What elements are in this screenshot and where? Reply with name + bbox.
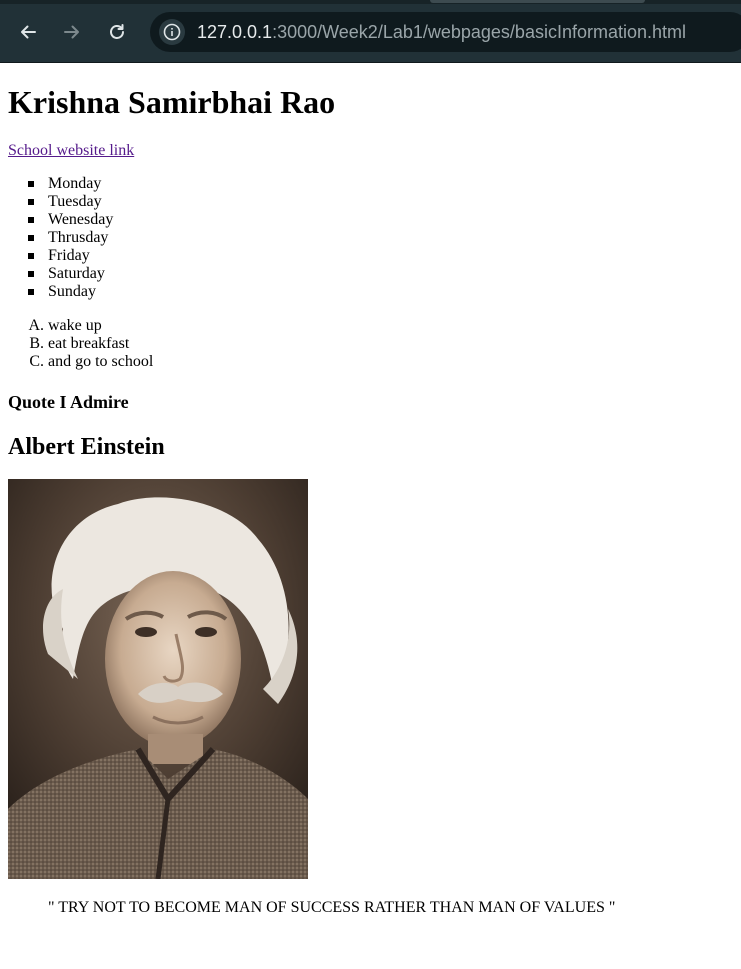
list-item: Tuesday (28, 193, 113, 211)
list-item: Wenesday (28, 211, 113, 229)
bullet-icon (28, 271, 34, 277)
school-website-link[interactable]: School website link (8, 142, 134, 160)
url-path: :3000/Week2/Lab1/webpages/basicInformati… (272, 22, 686, 42)
bullet-icon (28, 235, 34, 241)
routine-list: A. wake up B. eat breakfast C. and go to sc… (8, 317, 153, 371)
forward-button[interactable] (58, 18, 86, 46)
quote-heading: Quote I Admire (8, 392, 129, 412)
list-item: Sunday (28, 283, 113, 301)
list-item: Friday (28, 247, 113, 265)
bullet-icon (28, 181, 34, 187)
list-item: B. eat breakfast (29, 335, 130, 352)
list-item: A. wake up (28, 317, 102, 334)
list-item: Thrusday (28, 229, 113, 247)
back-button[interactable] (14, 18, 42, 46)
page-title: Krishna Samirbhai Rao (8, 84, 336, 120)
reload-icon (107, 22, 127, 42)
site-info-icon[interactable] (159, 19, 185, 45)
url-text[interactable]: 127.0.0.1:3000/Week2/Lab1/webpages/basic… (197, 22, 686, 42)
bullet-icon (28, 199, 34, 205)
list-marker: B. (29, 335, 44, 352)
bullet-icon (28, 253, 34, 259)
quote-text: " TRY NOT TO BECOME MAN OF SUCCESS RATHE… (48, 899, 616, 916)
list-item: C. and go to school (29, 353, 154, 370)
bullet-icon (28, 289, 34, 295)
list-marker: C. (29, 353, 44, 370)
reload-button[interactable] (103, 18, 131, 46)
list-item: Monday (28, 175, 113, 193)
forward-arrow-icon (62, 22, 82, 42)
browser-toolbar: 127.0.0.1:3000/Week2/Lab1/webpages/basic… (0, 0, 741, 63)
einstein-portrait (8, 479, 308, 879)
bullet-icon (28, 217, 34, 223)
list-marker: A. (28, 317, 44, 334)
person-heading: Albert Einstein (8, 434, 165, 460)
list-item: Saturday (28, 265, 113, 283)
url-host: 127.0.0.1 (197, 22, 273, 42)
active-tab-edge[interactable] (430, 0, 645, 3)
address-bar[interactable]: 127.0.0.1:3000/Week2/Lab1/webpages/basic… (150, 12, 741, 52)
back-arrow-icon (18, 22, 38, 42)
days-list: Monday Tuesday Wenesday Thrusday Friday … (8, 175, 113, 301)
